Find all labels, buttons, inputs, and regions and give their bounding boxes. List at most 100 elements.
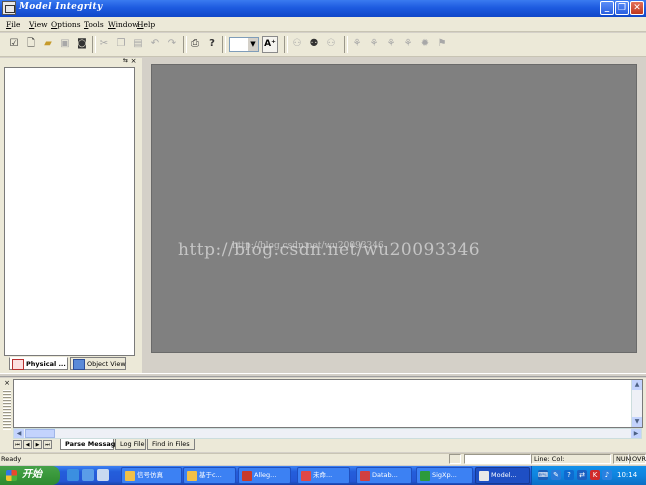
help-icon[interactable]: ? (205, 37, 219, 51)
tab-navigation: ⏮ ◀ ▶ ⏭ (13, 440, 59, 450)
check-all-icon[interactable]: ⚘ (401, 37, 415, 51)
menu-window[interactable]: Window (108, 20, 139, 29)
tab-object-view-label: Object View (87, 360, 126, 368)
title-bar[interactable]: Model Integrity _ ❐ ✕ (0, 0, 646, 17)
chevron-down-icon[interactable]: ▼ (248, 38, 258, 51)
app-icon[interactable] (2, 1, 16, 15)
taskbar-item-label: 信号仿真 (137, 471, 163, 479)
menu-help[interactable]: Help (137, 20, 155, 29)
stop-icon[interactable]: ✹ (418, 37, 432, 51)
tab-find-in-files[interactable]: Find in Files (147, 439, 195, 450)
menu-view[interactable]: View (29, 20, 48, 29)
status-field (464, 454, 531, 464)
document-canvas[interactable] (151, 64, 637, 353)
taskbar-item[interactable]: Alleg... (238, 467, 291, 484)
redo-icon[interactable]: ↷ (165, 37, 179, 51)
allegro-icon (242, 471, 252, 481)
tab-physical[interactable]: Physical ... (9, 357, 68, 370)
left-pane-header (2, 58, 140, 66)
save-all-icon[interactable]: ◙ (75, 37, 89, 51)
find-all-icon[interactable]: ⚇ (324, 37, 338, 51)
menu-options[interactable]: Options (51, 20, 81, 29)
folder-icon (187, 471, 197, 481)
taskbar-item[interactable]: 未命... (297, 467, 350, 484)
check-sel-icon[interactable]: ⚘ (384, 37, 398, 51)
taskbar-item-label: Alleg... (254, 471, 277, 479)
tab-log-file[interactable]: Log File (115, 439, 146, 450)
run-icon[interactable]: ⚘ (350, 37, 364, 51)
restore-button[interactable]: ❐ (615, 1, 629, 15)
open-folder-icon[interactable]: ▰ (41, 37, 55, 51)
new-file-icon[interactable]: 🗋 (24, 37, 38, 51)
report-icon[interactable]: ⚑ (435, 37, 449, 51)
cut-icon[interactable]: ✂ (97, 37, 111, 51)
vertical-scrollbar[interactable]: ▲ ▼ (631, 380, 642, 427)
scroll-up-icon[interactable]: ▲ (632, 380, 642, 390)
next-tab-icon[interactable]: ▶ (33, 440, 42, 449)
font-grow-button[interactable]: A⁺ (262, 36, 278, 53)
taskbar-item[interactable]: 基于c... (183, 467, 236, 484)
physical-icon (12, 359, 24, 370)
save-icon[interactable]: ▣ (58, 37, 72, 51)
taskbar-item-active[interactable]: Model... (475, 467, 530, 484)
scroll-down-icon[interactable]: ▼ (632, 417, 642, 427)
tree-view[interactable] (4, 67, 135, 356)
toolbar: ☑ 🗋 ▰ ▣ ◙ ✂ ❐ ▤ ↶ ↷ ⎙ ? ▼ A⁺ ⚇ ⚉ ⚇ ⚘ ⚘ ⚘… (0, 33, 646, 57)
taskbar-item[interactable]: SigXp... (416, 467, 473, 484)
first-tab-icon[interactable]: ⏮ (13, 440, 22, 449)
close-icon[interactable]: × (3, 380, 11, 388)
pen-icon[interactable]: ✎ (551, 470, 561, 480)
taskbar-item-label: 基于c... (199, 471, 222, 479)
windows-logo-icon (6, 470, 17, 481)
database-icon (360, 471, 370, 481)
check-icon[interactable]: ☑ (7, 37, 21, 51)
taskbar-item[interactable]: Datab... (356, 467, 412, 484)
quicklaunch-media-icon[interactable] (97, 469, 109, 481)
model-integrity-icon (479, 471, 489, 481)
taskbar-item-label: Model... (491, 471, 517, 479)
menu-file[interactable]: File (6, 20, 20, 29)
pane-splitter[interactable] (0, 373, 646, 377)
print-icon[interactable]: ⎙ (188, 37, 202, 51)
taskbar-item-label: 未命... (313, 471, 333, 479)
tab-physical-label: Physical ... (26, 360, 66, 368)
tab-parse-messages[interactable]: Parse Messages (60, 439, 124, 450)
scroll-thumb[interactable] (25, 429, 55, 438)
toolbar-separator (92, 36, 96, 53)
help-icon[interactable]: ? (564, 470, 574, 480)
antivirus-icon[interactable]: K (590, 470, 600, 480)
pane-resize-icon[interactable]: ⇆ (122, 58, 129, 65)
minimize-button[interactable]: _ (600, 1, 614, 15)
network-icon[interactable]: ⇄ (577, 470, 587, 480)
pane-grip[interactable] (3, 390, 11, 430)
cursor-position: Line: Col: (531, 454, 611, 464)
quicklaunch-desktop-icon[interactable] (82, 469, 94, 481)
tab-object-view[interactable]: Object View (70, 357, 126, 370)
quicklaunch-ie-icon[interactable] (67, 469, 79, 481)
paste-icon[interactable]: ▤ (131, 37, 145, 51)
zoom-select[interactable]: ▼ (229, 37, 259, 52)
copy-icon[interactable]: ❐ (114, 37, 128, 51)
find-next-icon[interactable]: ⚉ (307, 37, 321, 51)
menu-tools[interactable]: Tools (84, 20, 104, 29)
undo-icon[interactable]: ↶ (148, 37, 162, 51)
close-button[interactable]: ✕ (630, 1, 644, 15)
taskbar-item[interactable]: 信号仿真 (121, 467, 182, 484)
volume-icon[interactable]: ♪ (602, 470, 612, 480)
output-text-area[interactable] (13, 379, 643, 428)
binoculars-icon[interactable]: ⚇ (290, 37, 304, 51)
close-icon[interactable]: × (130, 58, 137, 65)
prev-tab-icon[interactable]: ◀ (23, 440, 32, 449)
paint-icon (301, 471, 311, 481)
step-icon[interactable]: ⚘ (367, 37, 381, 51)
horizontal-scrollbar[interactable]: ◀ ▶ (13, 428, 642, 439)
font-grow-label: A (264, 39, 272, 49)
keyboard-icon[interactable]: ⌨ (538, 470, 548, 480)
scroll-right-icon[interactable]: ▶ (631, 429, 641, 438)
toolbar-separator (183, 36, 187, 53)
scroll-left-icon[interactable]: ◀ (14, 429, 24, 438)
watermark: http://blog.csdn.net/wu20093346 (178, 240, 481, 260)
last-tab-icon[interactable]: ⏭ (43, 440, 52, 449)
num-lock-indicator: NUM (613, 454, 631, 464)
start-button[interactable]: 开始 (0, 466, 60, 485)
